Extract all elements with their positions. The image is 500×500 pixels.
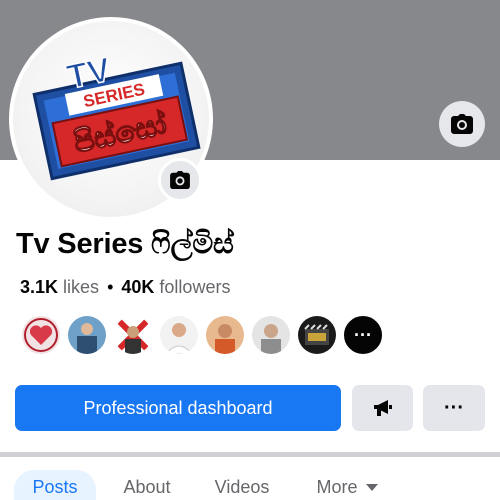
follower-avatar[interactable] [250, 314, 292, 356]
more-icon: ··· [354, 324, 372, 345]
page-title: Tv Series ෆිල්මිස් [16, 228, 234, 260]
follower-avatar[interactable] [66, 314, 108, 356]
tab-videos[interactable]: Videos [202, 470, 282, 500]
more-icon: ··· [444, 396, 464, 419]
camera-icon [170, 171, 190, 189]
chevron-down-icon [365, 483, 378, 491]
likes-label[interactable]: likes [63, 277, 99, 297]
followers-count[interactable]: 40K [121, 277, 154, 297]
follower-avatar[interactable] [204, 314, 246, 356]
more-options-button[interactable]: ··· [423, 385, 485, 431]
tab-more-label: More [316, 476, 358, 497]
camera-icon [451, 114, 473, 134]
section-divider [0, 452, 500, 457]
followers-label[interactable]: followers [159, 277, 230, 297]
tab-more[interactable]: More [302, 470, 392, 500]
follower-avatar[interactable] [112, 314, 154, 356]
edit-profile-picture-button[interactable] [158, 158, 202, 202]
promote-button[interactable] [352, 385, 413, 431]
follower-avatar[interactable] [296, 314, 338, 356]
megaphone-icon [373, 400, 392, 416]
stats-separator: • [107, 277, 114, 297]
likes-count[interactable]: 3.1K [20, 277, 58, 297]
tab-posts[interactable]: Posts [14, 470, 96, 500]
follower-avatar[interactable] [158, 314, 200, 356]
edit-cover-photo-button[interactable] [439, 101, 485, 147]
profile-tabs: Posts About Videos More [0, 470, 500, 500]
page-stats: 3.1K likes • 40K followers [20, 277, 230, 298]
more-followers-button[interactable]: ··· [342, 314, 384, 356]
professional-dashboard-button[interactable]: Professional dashboard [15, 385, 341, 431]
tab-about[interactable]: About [110, 470, 184, 500]
follower-avatar[interactable] [20, 314, 62, 356]
